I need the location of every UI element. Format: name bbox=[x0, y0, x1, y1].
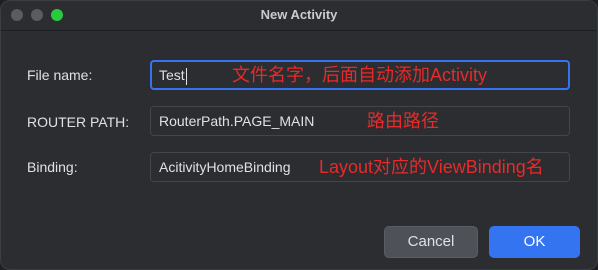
router-path-value: RouterPath.PAGE_MAIN bbox=[159, 113, 315, 129]
binding-annotation: Layout对应的ViewBinding名 bbox=[319, 157, 544, 177]
router-path-annotation: 路由路径 bbox=[367, 111, 439, 131]
file-name-label: File name: bbox=[27, 67, 93, 83]
title-separator bbox=[1, 30, 597, 31]
cancel-button[interactable]: Cancel bbox=[384, 226, 478, 258]
title-bar: New Activity bbox=[1, 1, 597, 29]
text-caret bbox=[185, 67, 187, 85]
new-activity-dialog: New Activity File name: Test 文件名字，后面自动添加… bbox=[0, 0, 598, 270]
file-name-annotation: 文件名字，后面自动添加Activity bbox=[232, 65, 488, 85]
binding-value: AcitivityHomeBinding bbox=[159, 159, 291, 175]
binding-label: Binding: bbox=[27, 159, 78, 175]
router-path-label: ROUTER PATH: bbox=[27, 114, 130, 130]
ok-button[interactable]: OK bbox=[489, 226, 580, 258]
router-path-field[interactable]: RouterPath.PAGE_MAIN bbox=[150, 106, 570, 136]
dialog-title: New Activity bbox=[260, 7, 338, 22]
file-name-value: Test bbox=[159, 67, 185, 83]
